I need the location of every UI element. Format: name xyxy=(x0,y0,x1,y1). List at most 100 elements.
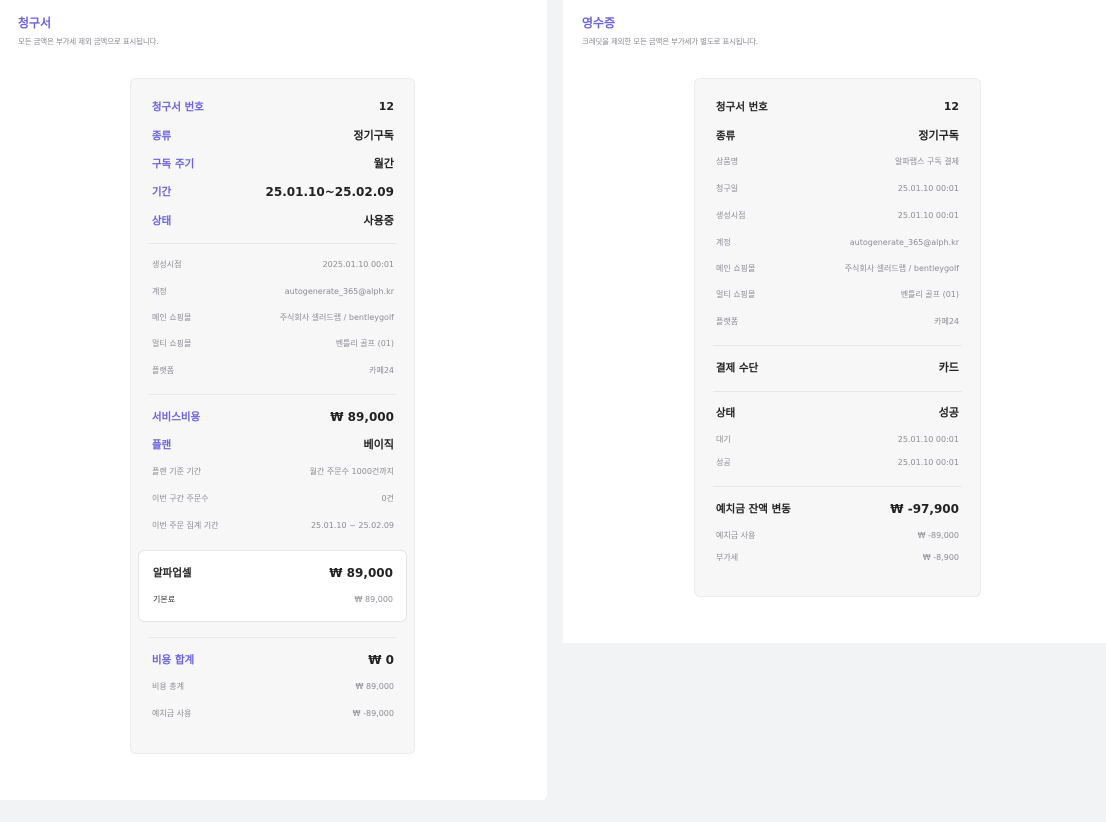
deposit-detail-row: 예치금 사용 ₩ -89,000 xyxy=(695,529,980,543)
payment-method-label: 결제 수단 xyxy=(716,362,759,374)
created-at-label: 생성시점 xyxy=(716,211,746,220)
invoice-cycle-label: 구독 주기 xyxy=(152,158,195,170)
order-count-label: 이번 구간 주문수 xyxy=(152,494,209,503)
divider xyxy=(713,345,962,346)
multi-shop-label: 멀티 쇼핑몰 xyxy=(716,290,756,299)
upsell-name: 알파업셀 xyxy=(153,567,192,579)
total-row: 비용 합계 ₩ 0 xyxy=(131,653,414,667)
success-label: 성공 xyxy=(716,458,731,467)
vat-value: ₩ -8,900 xyxy=(922,553,959,562)
upsell-row: 알파업셀 ₩ 89,000 xyxy=(139,566,406,580)
multi-shop-value: 벤틀리 골프 (01) xyxy=(900,290,959,299)
order-period-value: 25.01.10 ~ 25.02.09 xyxy=(310,521,394,530)
platform-value: 카페24 xyxy=(934,317,959,326)
receipt-title: 영수증 xyxy=(582,16,616,30)
vat-label: 부가세 xyxy=(716,553,739,562)
pending-label: 대기 xyxy=(716,435,731,444)
plan-period-label: 플랜 기준 기간 xyxy=(152,467,202,476)
invoice-detail-row: 계정 autogenerate_365@alph.kr xyxy=(131,285,414,299)
product-name-label: 상품명 xyxy=(716,157,739,166)
main-shop-label: 메인 쇼핑몰 xyxy=(152,313,192,322)
billing-date-value: 25.01.10 00:01 xyxy=(897,184,959,193)
invoice-title: 청구서 xyxy=(18,16,52,30)
success-value: 25.01.10 00:01 xyxy=(897,458,959,467)
invoice-status-row: 상태 사용중 xyxy=(131,214,414,228)
created-at-value: 2025.01.10 00:01 xyxy=(322,260,394,269)
divider xyxy=(149,243,396,244)
order-count-value: 0건 xyxy=(381,494,394,503)
status-history-row: 성공 25.01.10 00:01 xyxy=(695,456,980,470)
receipt-detail-row: 계정 autogenerate_365@alph.kr xyxy=(695,236,980,250)
deposit-used-value: ₩ -89,000 xyxy=(917,531,959,540)
invoice-number-value: 12 xyxy=(378,100,394,113)
deposit-change-row: 예치금 잔액 변동 ₩ -97,900 xyxy=(695,502,980,516)
deposit-detail-row: 부가세 ₩ -8,900 xyxy=(695,551,980,565)
total-label: 비용 합계 xyxy=(152,654,195,666)
account-value: autogenerate_365@alph.kr xyxy=(284,287,394,296)
upsell-amount: ₩ 89,000 xyxy=(329,566,393,580)
base-fee-value: ₩ 89,000 xyxy=(354,595,393,604)
receipt-status-row: 상태 성공 xyxy=(695,406,980,420)
receipt-subtitle: 크레딧을 제외한 모든 금액은 부가세가 별도로 표시됩니다. xyxy=(582,37,759,46)
invoice-detail-row: 메인 쇼핑몰 주식회사 셀러드랩 / bentleygolf xyxy=(131,311,414,325)
billing-date-label: 청구일 xyxy=(716,184,739,193)
multi-shop-value: 벤틀리 골프 (01) xyxy=(335,339,394,348)
receipt-number-row: 청구서 번호 12 xyxy=(695,100,980,114)
divider xyxy=(713,391,962,392)
total-detail-row: 예치금 사용 ₩ -89,000 xyxy=(131,707,414,721)
service-detail-row: 플랜 기준 기간 월간 주문수 1000건까지 xyxy=(131,465,414,479)
service-detail-row: 이번 주문 집계 기간 25.01.10 ~ 25.02.09 xyxy=(131,519,414,533)
divider xyxy=(713,486,962,487)
service-detail-row: 이번 구간 주문수 0건 xyxy=(131,492,414,506)
platform-value: 카페24 xyxy=(369,366,394,375)
pending-value: 25.01.10 00:01 xyxy=(897,435,959,444)
base-fee-label: 기본료 xyxy=(153,595,176,604)
invoice-status-label: 상태 xyxy=(152,215,172,227)
cost-sum-label: 비용 총계 xyxy=(152,682,184,691)
total-value: ₩ 0 xyxy=(368,653,394,667)
payment-method-row: 결제 수단 카드 xyxy=(695,361,980,375)
deposit-used-label: 예치금 사용 xyxy=(716,531,756,540)
plan-value: 베이직 xyxy=(363,438,394,451)
plan-row: 플랜 베이직 xyxy=(131,438,414,452)
plan-period-value: 월간 주문수 1000건까지 xyxy=(309,467,394,476)
receipt-type-row: 종류 정기구독 xyxy=(695,129,980,143)
invoice-subtitle: 모든 금액은 부가세 제외 금액으로 표시됩니다. xyxy=(18,37,159,46)
invoice-type-label: 종류 xyxy=(152,130,172,142)
receipt-detail-row: 메인 쇼핑몰 주식회사 셀러드랩 / bentleygolf xyxy=(695,262,980,276)
receipt-card: 청구서 번호 12 종류 정기구독 상품명 알파랩스 구독 결제 청구일 25.… xyxy=(694,78,981,597)
receipt-detail-row: 멀티 쇼핑몰 벤틀리 골프 (01) xyxy=(695,288,980,302)
invoice-type-row: 종류 정기구독 xyxy=(131,129,414,143)
multi-shop-label: 멀티 쇼핑몰 xyxy=(152,339,192,348)
invoice-cycle-row: 구독 주기 월간 xyxy=(131,157,414,171)
deposit-change-value: ₩ -97,900 xyxy=(890,502,959,516)
base-fee-row: 기본료 ₩ 89,000 xyxy=(139,593,406,607)
main-shop-value: 주식회사 셀러드랩 / bentleygolf xyxy=(279,313,394,322)
divider xyxy=(149,394,396,395)
invoice-number-row: 청구서 번호 12 xyxy=(131,100,414,114)
product-name-value: 알파랩스 구독 결제 xyxy=(895,157,959,166)
cost-sum-value: ₩ 89,000 xyxy=(355,682,394,691)
receipt-status-value: 성공 xyxy=(938,406,959,419)
deposit-used-label: 예치금 사용 xyxy=(152,709,192,718)
invoice-card: 청구서 번호 12 종류 정기구독 구독 주기 월간 기간 25.01.10~2… xyxy=(130,78,415,754)
payment-method-value: 카드 xyxy=(938,361,959,374)
created-at-value: 25.01.10 00:01 xyxy=(897,211,959,220)
main-shop-label: 메인 쇼핑몰 xyxy=(716,264,756,273)
receipt-detail-row: 생성시점 25.01.10 00:01 xyxy=(695,209,980,223)
invoice-panel: 청구서 모든 금액은 부가세 제외 금액으로 표시됩니다. 청구서 번호 12 … xyxy=(0,0,547,800)
invoice-period-value: 25.01.10~25.02.09 xyxy=(265,185,394,199)
receipt-number-label: 청구서 번호 xyxy=(716,101,768,113)
receipt-detail-row: 플랫폼 카페24 xyxy=(695,315,980,329)
account-label: 계정 xyxy=(716,238,731,247)
receipt-status-label: 상태 xyxy=(716,407,736,419)
deposit-change-label: 예치금 잔액 변동 xyxy=(716,503,791,515)
account-label: 계정 xyxy=(152,287,167,296)
receipt-type-value: 정기구독 xyxy=(918,129,959,142)
order-period-label: 이번 주문 집계 기간 xyxy=(152,521,219,530)
invoice-status-value: 사용중 xyxy=(363,214,394,227)
service-cost-label: 서비스비용 xyxy=(152,411,201,423)
invoice-period-label: 기간 xyxy=(152,186,172,198)
main-shop-value: 주식회사 셀러드랩 / bentleygolf xyxy=(844,264,959,273)
status-history-row: 대기 25.01.10 00:01 xyxy=(695,433,980,447)
